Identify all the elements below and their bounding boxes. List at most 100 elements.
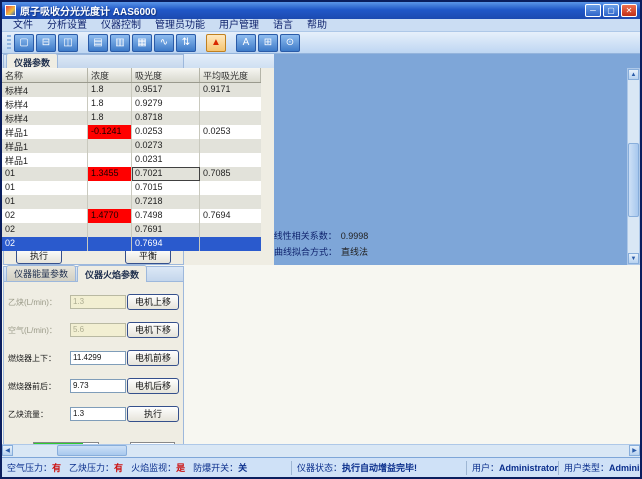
scrollbar-thumb[interactable]: [628, 143, 639, 217]
scroll-left-icon[interactable]: [2, 445, 13, 456]
flame-ignite-icon: ▲: [211, 37, 221, 48]
tab-energy-params[interactable]: 仪器能量参数: [6, 265, 76, 281]
menu-item-1[interactable]: 分析设置: [40, 19, 94, 32]
table-row[interactable]: 011.34550.70210.7085: [2, 167, 261, 181]
table-cell-name[interactable]: 样品1: [2, 153, 88, 167]
column-header-absorbance[interactable]: 吸光度: [132, 68, 200, 82]
table-row[interactable]: 样品1 0.0273: [2, 139, 261, 153]
table-cell-conc[interactable]: [88, 153, 132, 167]
motor-forward-button[interactable]: 电机前移: [127, 350, 179, 366]
burner-control-button[interactable]: ⊞: [258, 34, 278, 52]
table-cell-conc[interactable]: [88, 181, 132, 195]
burner-ud-label: 燃烧器上下：: [8, 353, 70, 364]
table-cell-name[interactable]: 样品1: [2, 125, 88, 139]
table-cell-conc[interactable]: 1.4770: [88, 209, 132, 223]
scroll-right-icon[interactable]: [629, 445, 640, 456]
table-row[interactable]: 01 0.7015: [2, 181, 261, 195]
wavelength-scan-icon: ∿: [160, 37, 168, 48]
acetylene-input[interactable]: 1.3: [70, 295, 126, 309]
menu-item-6[interactable]: 帮助: [300, 19, 334, 32]
wavelength-scan-button[interactable]: ∿: [154, 34, 174, 52]
flame-ignite-button[interactable]: ▲: [206, 34, 226, 52]
table-cell-conc[interactable]: [88, 195, 132, 209]
table-cell-abs[interactable]: 0.0253: [132, 125, 200, 139]
motor-down-button[interactable]: 电机下移: [127, 322, 179, 338]
menu-item-2[interactable]: 仪器控制: [94, 19, 148, 32]
align-tool-button[interactable]: A: [236, 34, 256, 52]
monochromator-button[interactable]: ▦: [132, 34, 152, 52]
table-cell-name[interactable]: 样品1: [2, 139, 88, 153]
table-cell-avg[interactable]: 0.9171: [200, 83, 261, 97]
table-cell-abs[interactable]: 0.7218: [132, 195, 200, 209]
table-cell-avg[interactable]: [200, 97, 261, 111]
table-cell-name[interactable]: 01: [2, 195, 88, 209]
tab-flame-params[interactable]: 仪器火焰参数: [77, 265, 147, 282]
table-cell-name[interactable]: 标样4: [2, 97, 88, 111]
table-cell-conc[interactable]: 1.8: [88, 83, 132, 97]
table-cell-abs[interactable]: 0.0231: [132, 153, 200, 167]
table-cell-avg[interactable]: 0.7694: [200, 209, 261, 223]
motor-back-button[interactable]: 电机后移: [127, 378, 179, 394]
menu-item-4[interactable]: 用户管理: [212, 19, 266, 32]
table-cell-conc[interactable]: 1.8: [88, 97, 132, 111]
menu-item-0[interactable]: 文件: [6, 19, 40, 32]
table-row[interactable]: 样品1-0.12410.02530.0253: [2, 125, 261, 139]
maximize-button[interactable]: ▢: [603, 4, 619, 17]
table-cell-conc[interactable]: [88, 139, 132, 153]
table-cell-abs[interactable]: 0.0273: [132, 139, 200, 153]
table-cell-abs[interactable]: 0.9517: [132, 83, 200, 97]
save-button[interactable]: ◫: [58, 34, 78, 52]
table-cell-avg[interactable]: [200, 153, 261, 167]
table-cell-avg[interactable]: [200, 139, 261, 153]
table-cell-avg[interactable]: [200, 111, 261, 125]
table-row[interactable]: 样品1 0.0231: [2, 153, 261, 167]
table-cell-name[interactable]: 02: [2, 209, 88, 223]
air-input[interactable]: 5.6: [70, 323, 126, 337]
burner-fb-input[interactable]: 9.73: [70, 379, 126, 393]
scrollbar-thumb[interactable]: [57, 445, 127, 456]
table-row[interactable]: 标样41.80.9279: [2, 97, 261, 111]
table-cell-avg[interactable]: 0.0253: [200, 125, 261, 139]
menu-item-3[interactable]: 管理员功能: [148, 19, 212, 32]
table-cell-conc[interactable]: 1.8: [88, 111, 132, 125]
energy-setup-button[interactable]: ▥: [110, 34, 130, 52]
table-cell-abs[interactable]: 0.7498: [132, 209, 200, 223]
table-row[interactable]: 01 0.7218: [2, 195, 261, 209]
table-cell-name[interactable]: 01: [2, 181, 88, 195]
save-icon: ◫: [63, 37, 72, 48]
minimize-button[interactable]: ─: [585, 4, 601, 17]
table-cell-abs[interactable]: 0.7021: [132, 167, 200, 181]
table-cell-abs[interactable]: 0.8718: [132, 111, 200, 125]
chart-horizontal-scrollbar[interactable]: [2, 444, 640, 457]
burner-ud-input[interactable]: 11.4299: [70, 351, 126, 365]
table-cell-conc[interactable]: 1.3455: [88, 167, 132, 181]
open-file-button[interactable]: ⊟: [36, 34, 56, 52]
menu-item-5[interactable]: 语言: [266, 19, 300, 32]
column-header-concentration[interactable]: 浓度: [88, 68, 132, 82]
flame-execute-button[interactable]: 执行: [127, 406, 179, 422]
table-cell-abs[interactable]: 0.9279: [132, 97, 200, 111]
power-button[interactable]: ⊙: [280, 34, 300, 52]
table-row[interactable]: 标样41.80.8718: [2, 111, 261, 125]
table-cell-avg[interactable]: 0.7085: [200, 167, 261, 181]
auto-gain-button[interactable]: ⇅: [176, 34, 196, 52]
column-header-name[interactable]: 名称: [2, 68, 88, 82]
motor-up-button[interactable]: 电机上移: [127, 294, 179, 310]
close-button[interactable]: ✕: [621, 4, 637, 17]
scroll-up-icon[interactable]: [628, 69, 639, 80]
new-file-icon: ▢: [19, 37, 28, 48]
table-cell-abs[interactable]: 0.7015: [132, 181, 200, 195]
column-header-avg-absorbance[interactable]: 平均吸光度: [200, 68, 261, 82]
table-cell-name[interactable]: 01: [2, 167, 88, 181]
table-cell-conc[interactable]: -0.1241: [88, 125, 132, 139]
table-row[interactable]: 021.47700.74980.7694: [2, 209, 261, 223]
lamp-setup-button[interactable]: ▤: [88, 34, 108, 52]
new-file-button[interactable]: ▢: [14, 34, 34, 52]
table-row[interactable]: 标样41.80.95170.9171: [2, 83, 261, 97]
fit-method-value: 直线法: [341, 247, 368, 257]
table-cell-name[interactable]: 标样4: [2, 83, 88, 97]
table-cell-avg[interactable]: [200, 195, 261, 209]
table-cell-name[interactable]: 标样4: [2, 111, 88, 125]
acetylene-flow-input[interactable]: 1.3: [70, 407, 126, 421]
table-cell-avg[interactable]: [200, 181, 261, 195]
